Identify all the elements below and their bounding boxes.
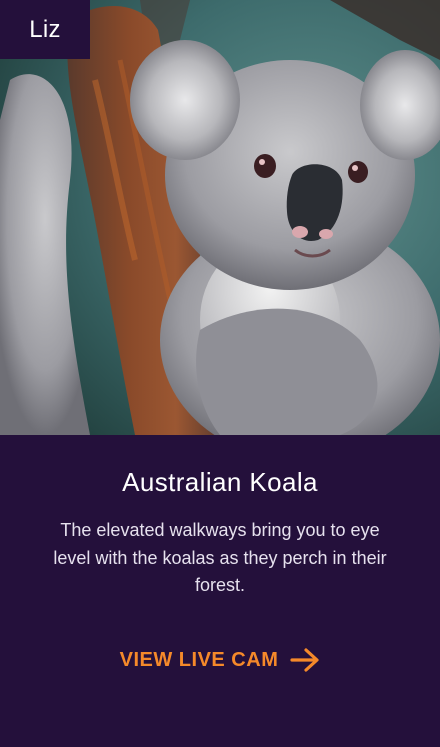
arrow-right-icon [290,647,320,673]
name-badge: Liz [0,0,90,59]
view-live-cam-label: VIEW LIVE CAM [119,648,279,671]
card-content: Australian Koala The elevated walkways b… [0,435,440,747]
koala-photo [0,0,440,435]
animal-card: Liz Australian Koala The elevated walkwa… [0,0,440,747]
card-title: Australian Koala [122,467,318,497]
card-description: The elevated walkways bring you to eye l… [53,520,387,595]
view-live-cam-link[interactable]: VIEW LIVE CAM [0,647,440,673]
name-badge-label: Liz [29,15,61,43]
